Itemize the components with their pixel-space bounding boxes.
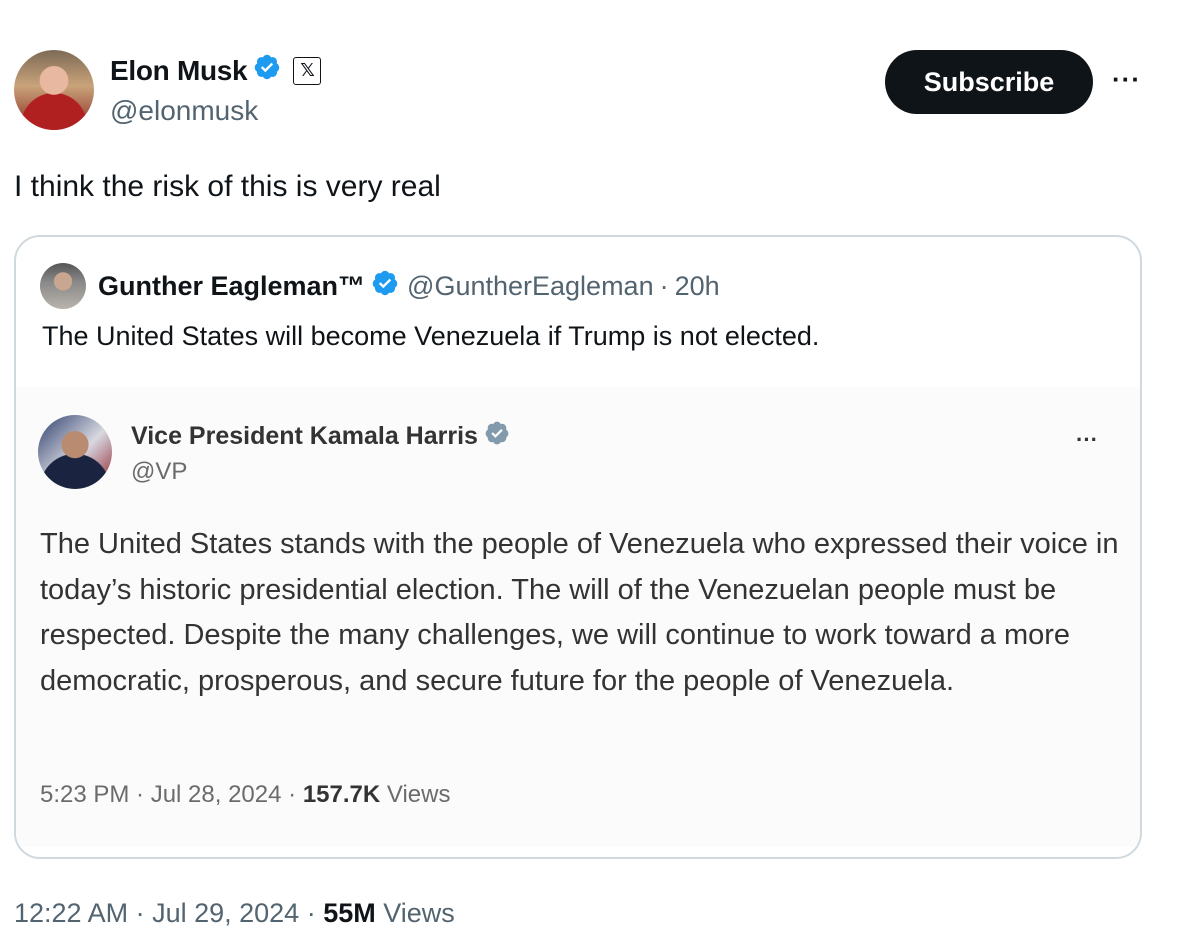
views-label: Views (383, 898, 455, 928)
views-count: 55M (323, 898, 376, 928)
embedded-tweet-text: The United States stands with the people… (40, 528, 1119, 697)
tweet-text: I think the risk of this is very real (14, 170, 441, 203)
more-options-icon[interactable]: ··· (1112, 64, 1141, 95)
embedded-time: 5:23 PM · Jul 28, 2024 · (40, 781, 297, 808)
embedded-author-name-row: Vice President Kamala Harris (131, 420, 510, 453)
author-name-row[interactable]: Elon Musk 𝕏 (110, 53, 322, 88)
gray-verified-badge-icon (484, 420, 510, 453)
verified-badge-icon (371, 269, 399, 304)
embedded-author-avatar (38, 415, 112, 489)
embedded-author-handle: @VP (131, 458, 188, 485)
quote-time: 20h (674, 271, 720, 301)
quote-author-avatar (40, 263, 86, 309)
quote-header: Gunther Eagleman™ @GuntherEagleman · 20h (98, 269, 720, 304)
embedded-views-count: 157.7K (302, 781, 381, 808)
quote-author-name: Gunther Eagleman™ (98, 271, 366, 301)
verified-badge-icon[interactable] (253, 53, 281, 88)
embedded-tweet-image: Vice President Kamala Harris @VP ··· The… (16, 387, 1140, 847)
quote-text: The United States will become Venezuela … (42, 321, 820, 351)
author-handle[interactable]: @elonmusk (110, 95, 258, 127)
subscribe-button[interactable]: Subscribe (885, 50, 1093, 114)
author-name[interactable]: Elon Musk (110, 55, 248, 87)
tweet-time[interactable]: 12:22 AM · Jul 29, 2024 · (14, 898, 316, 928)
quote-author-handle: @GuntherEagleman (407, 271, 654, 301)
meta-separator: · (659, 271, 669, 301)
x-affiliation-icon[interactable]: 𝕏 (293, 56, 322, 85)
embedded-views-label: Views (386, 781, 451, 808)
tweet-meta: 12:22 AM · Jul 29, 2024 · 55M Views (14, 898, 455, 929)
embedded-meta: 5:23 PM · Jul 28, 2024 · 157.7K Views (40, 781, 450, 809)
quote-tweet-card[interactable]: Gunther Eagleman™ @GuntherEagleman · 20h… (14, 235, 1142, 859)
embedded-more-icon: ··· (1076, 427, 1098, 452)
embedded-author-name: Vice President Kamala Harris (131, 422, 478, 450)
author-avatar[interactable] (14, 50, 94, 130)
